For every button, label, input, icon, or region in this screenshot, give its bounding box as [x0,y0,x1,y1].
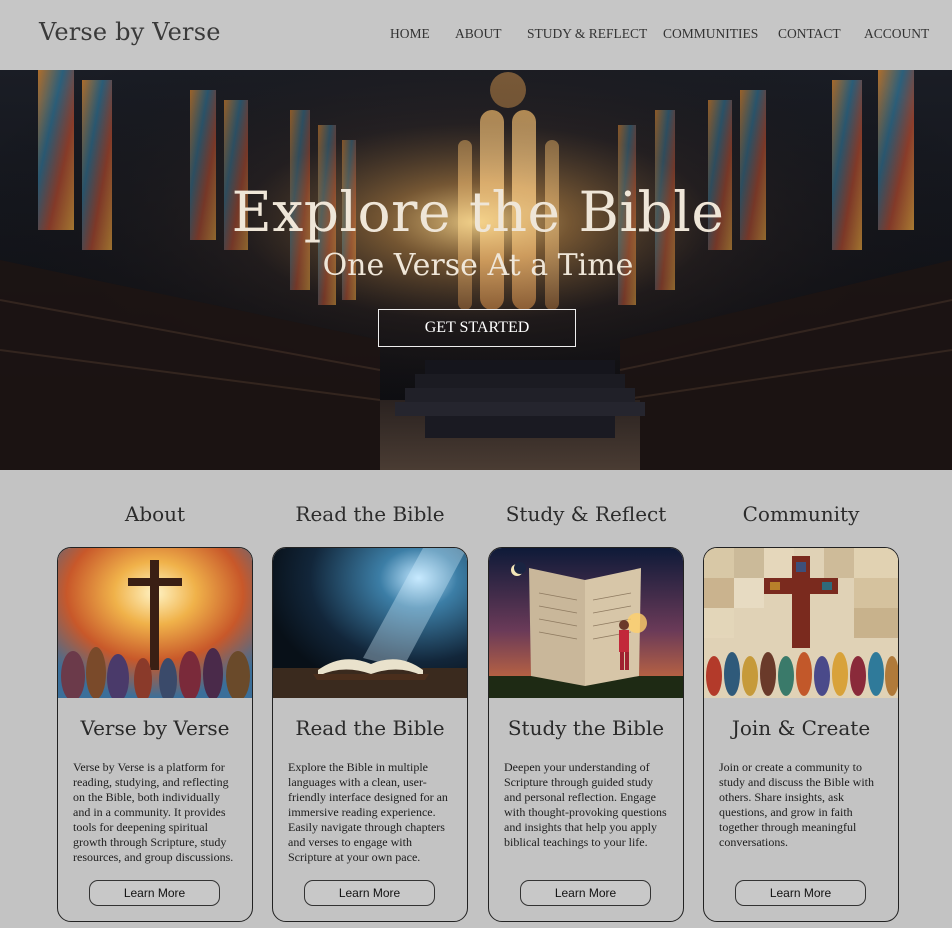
learn-more-button[interactable]: Learn More [520,880,651,906]
nav-contact[interactable]: CONTACT [778,26,841,42]
section-heading-community: Community [742,502,860,526]
section-heading-study: Study & Reflect [505,502,667,526]
giant-book-reader-image [489,548,683,698]
community-card: Join & Create Join or create a community… [703,547,899,922]
open-bible-image [273,548,467,698]
read-bible-card: Read the Bible Explore the Bible in mult… [272,547,468,922]
nav-home[interactable]: HOME [390,26,430,42]
card-description: Join or create a community to study and … [719,760,874,849]
site-header: Verse by Verse HOME ABOUT STUDY & REFLEC… [0,0,952,70]
section-heading-about: About [124,502,186,526]
card-description: Verse by Verse is a platform for reading… [73,760,234,864]
learn-more-button[interactable]: Learn More [89,880,220,906]
card-title: Verse by Verse [80,716,230,740]
hero-subtitle: One Verse At a Time [322,248,634,283]
about-card: Verse by Verse Verse by Verse is a platf… [57,547,253,922]
mosaic-cross-image [704,548,898,698]
study-card: Study the Bible Deepen your understandin… [488,547,684,922]
section-heading-read: Read the Bible [295,502,445,526]
card-description: Deepen your understanding of Scripture t… [504,760,667,849]
card-title: Join & Create [731,716,871,740]
hero-banner: Explore the Bible One Verse At a Time GE… [0,70,952,470]
nav-about[interactable]: ABOUT [455,26,502,42]
card-title: Read the Bible [295,716,445,740]
nav-study-reflect[interactable]: STUDY & REFLECT [527,26,647,42]
learn-more-button[interactable]: Learn More [304,880,435,906]
learn-more-button[interactable]: Learn More [735,880,866,906]
main-nav: HOME ABOUT STUDY & REFLECT COMMUNITIES C… [0,26,952,46]
nav-account[interactable]: ACCOUNT [864,26,929,42]
card-title: Study the Bible [507,716,665,740]
hero-title: Explore the Bible [231,180,725,244]
nav-communities[interactable]: COMMUNITIES [663,26,758,42]
cross-and-crowd-image [58,548,252,698]
get-started-button[interactable]: GET STARTED [378,309,576,347]
card-description: Explore the Bible in multiple languages … [288,760,448,864]
